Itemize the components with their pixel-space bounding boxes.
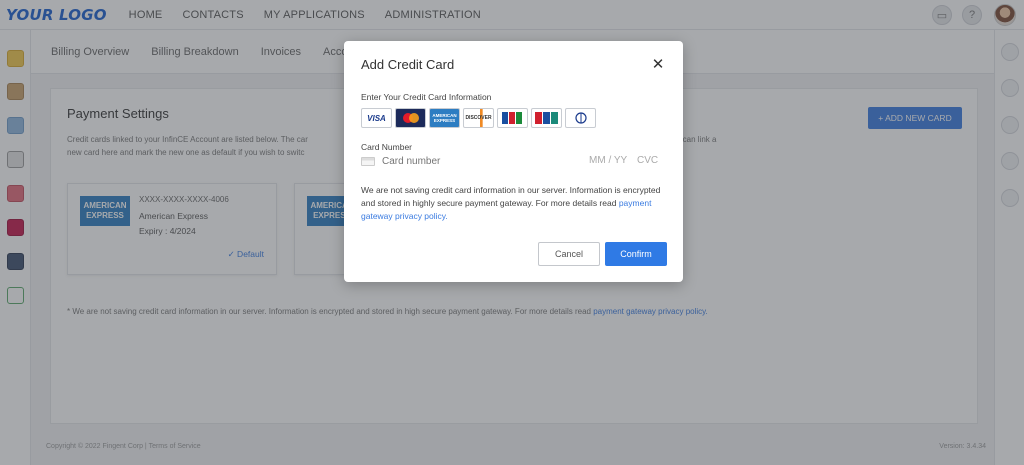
modal-title: Add Credit Card [361, 57, 455, 72]
credit-card-icon [361, 156, 375, 166]
security-note-text: We are not saving credit card informatio… [361, 185, 661, 208]
diners-club-logo [565, 108, 596, 128]
close-icon[interactable]: ✕ [650, 57, 666, 73]
modal-subtitle: Enter Your Credit Card Information [361, 92, 492, 102]
unionpay-logo [531, 108, 562, 128]
discover-logo: DISCOVER [463, 108, 494, 128]
confirm-button[interactable]: Confirm [605, 242, 667, 266]
card-number-input[interactable] [382, 155, 552, 167]
expiry-input[interactable]: MM / YY [589, 155, 627, 166]
card-number-label: Card Number [361, 142, 413, 152]
visa-logo: VISA [361, 108, 392, 128]
amex-brand-logo: AMERICAN EXPRESS [429, 108, 460, 128]
mastercard-logo [395, 108, 426, 128]
card-brands: VISA AMERICAN EXPRESS DISCOVER [361, 108, 599, 128]
add-credit-card-modal: Add Credit Card ✕ Enter Your Credit Card… [344, 41, 683, 282]
card-input-row: MM / YY CVC [361, 153, 665, 169]
security-note: We are not saving credit card informatio… [361, 184, 666, 223]
cvc-input[interactable]: CVC [637, 155, 658, 166]
jcb-logo [497, 108, 528, 128]
cancel-button[interactable]: Cancel [538, 242, 600, 266]
